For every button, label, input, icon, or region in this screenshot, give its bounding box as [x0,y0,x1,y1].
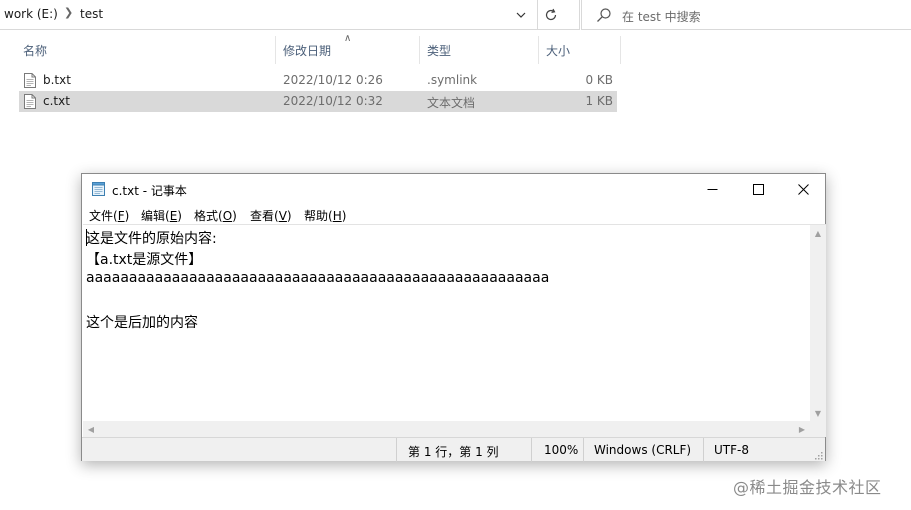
scroll-right-icon[interactable]: ▶ [794,421,810,437]
column-divider[interactable] [620,36,621,64]
file-name: b.txt [43,73,71,87]
search-input[interactable]: 在 test 中搜索 [622,8,701,25]
text-line: 这是文件的原始内容: [86,231,217,247]
menu-view[interactable]: 查看(V) [250,207,292,224]
chevron-down-icon[interactable] [508,5,534,25]
close-icon[interactable] [780,174,826,204]
notepad-window[interactable]: c.txt - 记事本 文件(F) 编辑(E) 格式(O) 查看(V) 帮助(H… [81,173,826,462]
vertical-scrollbar[interactable]: ▲ ▼ [810,224,826,421]
search-box[interactable]: 在 test 中搜索 [581,0,911,30]
scroll-down-icon[interactable]: ▼ [810,405,826,421]
menu-help[interactable]: 帮助(H) [304,207,346,224]
window-title: c.txt - 记事本 [112,184,187,198]
text-line: 【a.txt是源文件】 [86,252,203,268]
text-editor[interactable]: 这是文件的原始内容: 【a.txt是源文件】 aaaaaaaaaaaaaaaaa… [83,224,810,421]
column-header-date[interactable]: 修改日期 [283,42,331,59]
menu-edit[interactable]: 编辑(E) [141,207,182,224]
horizontal-scrollbar[interactable]: ◀ ▶ [83,421,810,437]
menu-format[interactable]: 格式(O) [194,207,237,224]
status-segment: 100% [531,438,583,462]
column-divider[interactable] [538,36,539,64]
column-header-size[interactable]: 大小 [546,42,570,59]
notepad-icon [91,181,106,196]
column-header-type[interactable]: 类型 [427,42,451,59]
scroll-left-icon[interactable]: ◀ [83,421,99,437]
title-bar[interactable]: c.txt - 记事本 [82,174,825,204]
scroll-up-icon[interactable]: ▲ [810,225,826,241]
address-bar[interactable]: work (E:) ❯ test [0,0,580,30]
sort-up-icon: ∧ [344,33,352,44]
minimize-icon[interactable] [689,174,735,204]
watermark: @稀土掘金技术社区 [733,478,882,497]
status-bar: 第 1 行，第 1 列 100% Windows (CRLF) UTF-8 [82,437,826,462]
text-line: 这个是后加的内容 [86,315,198,331]
file-size: 1 KB [585,94,613,108]
file-date: 2022/10/12 0:26 [283,73,383,87]
zoom-level: 100% [544,443,579,457]
file-size: 0 KB [585,73,613,87]
encoding: UTF-8 [714,443,749,457]
column-divider[interactable] [419,36,420,64]
breadcrumb-folder[interactable]: test [80,7,103,21]
chevron-right-icon[interactable]: ❯ [64,6,73,19]
status-segment: UTF-8 [703,438,826,462]
file-type: 文本文档 [427,96,476,110]
text-line: aaaaaaaaaaaaaaaaaaaaaaaaaaaaaaaaaaaaaaaa… [86,270,550,286]
status-segment: Windows (CRLF) [583,438,703,462]
divider [537,0,538,30]
text-file-icon [24,94,36,109]
column-divider[interactable] [275,36,276,64]
resize-grip-icon[interactable] [813,449,823,460]
maximize-icon[interactable] [735,174,781,204]
refresh-icon[interactable] [540,4,562,26]
status-segment: 第 1 行，第 1 列 [396,438,531,462]
text-file-icon [24,73,36,88]
breadcrumb-drive[interactable]: work (E:) [4,7,58,21]
file-date: 2022/10/12 0:32 [283,94,383,108]
file-row-selected[interactable]: c.txt 2022/10/12 0:32 文本文档 1 KB [19,91,617,112]
file-row[interactable]: b.txt 2022/10/12 0:26 .symlink 0 KB [19,70,617,91]
menu-bar: 文件(F) 编辑(E) 格式(O) 查看(V) 帮助(H) [82,204,825,224]
file-type: .symlink [427,73,478,87]
file-name: c.txt [43,94,70,108]
column-header-name[interactable]: 名称 [23,42,47,59]
menu-file[interactable]: 文件(F) [89,207,129,224]
line-ending: Windows (CRLF) [594,443,692,457]
search-icon [596,7,612,23]
cursor-position: 第 1 行，第 1 列 [408,445,499,459]
scroll-corner [810,421,826,437]
